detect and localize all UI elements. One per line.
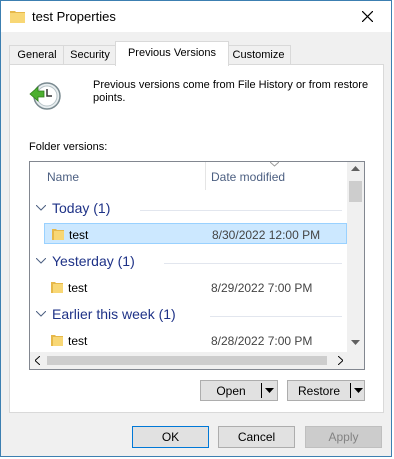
tab-label: General bbox=[17, 49, 57, 61]
item-name: test bbox=[68, 281, 88, 295]
dropdown-arrow-icon[interactable] bbox=[265, 388, 274, 393]
scroll-right-icon[interactable] bbox=[338, 356, 343, 365]
folder-icon bbox=[52, 229, 64, 240]
scroll-left-icon[interactable] bbox=[35, 356, 40, 365]
dropdown-arrow-icon[interactable] bbox=[354, 388, 363, 393]
file-history-clock-icon bbox=[29, 82, 61, 110]
folder-icon bbox=[51, 282, 63, 293]
tab-label: Previous Versions bbox=[127, 47, 217, 59]
group-label: Yesterday (1) bbox=[52, 253, 135, 269]
group-header-today[interactable]: Today (1) bbox=[30, 198, 348, 222]
open-button-label: Open bbox=[216, 384, 246, 398]
chevron-down-icon bbox=[36, 311, 46, 317]
list-item[interactable]: test 8/28/2022 7:00 PM bbox=[44, 330, 347, 351]
vertical-scrollbar[interactable] bbox=[347, 162, 364, 352]
horizontal-scrollbar[interactable] bbox=[30, 352, 348, 369]
group-header-yesterday[interactable]: Yesterday (1) bbox=[30, 251, 348, 275]
item-date: 8/29/2022 7:00 PM bbox=[211, 281, 313, 295]
apply-button[interactable]: Apply bbox=[305, 426, 382, 448]
group-divider bbox=[164, 263, 342, 264]
restore-button[interactable]: Restore bbox=[287, 380, 365, 401]
chevron-down-icon bbox=[36, 205, 46, 211]
group-label: Today (1) bbox=[52, 200, 111, 216]
window-title: test Properties bbox=[32, 9, 116, 24]
column-date-header[interactable]: Date modified bbox=[211, 170, 285, 184]
scrollbar-corner bbox=[347, 352, 364, 369]
list-item[interactable]: test 8/30/2022 12:00 PM bbox=[44, 223, 347, 244]
tab-previous-versions[interactable]: Previous Versions bbox=[115, 41, 229, 66]
column-header: Name Date modified bbox=[30, 162, 348, 190]
scroll-up-icon[interactable] bbox=[351, 166, 360, 171]
folder-versions-label: Folder versions: bbox=[29, 141, 108, 153]
group-header-earlier-this-week[interactable]: Earlier this week (1) bbox=[30, 304, 348, 328]
scrollbar-thumb[interactable] bbox=[349, 181, 362, 202]
tab-label: Customize bbox=[232, 49, 285, 61]
cancel-button[interactable]: Cancel bbox=[218, 426, 295, 448]
properties-dialog: test Properties General Security Previou… bbox=[0, 0, 392, 457]
list-item[interactable]: test 8/29/2022 7:00 PM bbox=[44, 277, 347, 298]
group-label: Earlier this week (1) bbox=[52, 306, 176, 322]
tab-security[interactable]: Security bbox=[63, 45, 117, 65]
open-button[interactable]: Open bbox=[200, 380, 278, 401]
folder-icon bbox=[10, 11, 25, 23]
ok-button[interactable]: OK bbox=[132, 426, 209, 448]
item-name: test bbox=[69, 228, 89, 242]
folder-icon bbox=[51, 335, 63, 346]
group-divider bbox=[140, 210, 342, 211]
scroll-down-icon[interactable] bbox=[351, 340, 360, 345]
versions-list[interactable]: Name Date modified Today (1) test 8/30/2… bbox=[29, 161, 365, 370]
title-bar[interactable]: test Properties bbox=[1, 1, 391, 32]
item-date: 8/30/2022 12:00 PM bbox=[212, 228, 321, 242]
close-icon bbox=[362, 11, 373, 22]
restore-button-label: Restore bbox=[297, 384, 341, 398]
item-name: test bbox=[68, 334, 88, 348]
sort-descending-icon bbox=[270, 162, 279, 167]
split-divider bbox=[261, 383, 262, 398]
column-name-header[interactable]: Name bbox=[47, 170, 79, 184]
close-button[interactable] bbox=[345, 1, 391, 32]
description-text: Previous versions come from File History… bbox=[93, 79, 369, 104]
tab-customize[interactable]: Customize bbox=[226, 45, 291, 65]
chevron-down-icon bbox=[36, 258, 46, 264]
tab-label: Security bbox=[70, 49, 110, 61]
group-divider bbox=[210, 316, 342, 317]
tab-general[interactable]: General bbox=[9, 45, 65, 65]
split-divider bbox=[350, 383, 351, 398]
item-date: 8/28/2022 7:00 PM bbox=[211, 334, 313, 348]
scrollbar-thumb[interactable] bbox=[47, 356, 327, 365]
column-divider[interactable] bbox=[205, 162, 206, 190]
